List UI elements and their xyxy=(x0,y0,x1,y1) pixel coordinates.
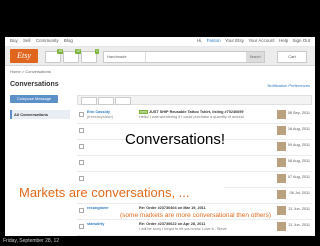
conversation-row[interactable]: 08 Aug, 2011 xyxy=(77,156,312,172)
row-checkbox[interactable] xyxy=(79,208,84,213)
row-date: 16 Aug, 2011 xyxy=(287,127,310,131)
conversation-toolbar xyxy=(77,95,312,105)
conversation-row[interactable]: starsdirty Re: Order #23730622 on Apr 28… xyxy=(77,220,312,236)
cart-button[interactable]: Cart xyxy=(277,51,307,63)
help-link[interactable]: Help xyxy=(279,38,288,43)
conversation-row[interactable]: Erin Cassidy (freeeasysister) new JUST SH… xyxy=(77,108,312,124)
search-bar[interactable]: Handmade Search xyxy=(103,51,265,63)
nav-sell-link[interactable]: Sell xyxy=(23,38,31,43)
top-nav-right: Hi, Fanton Your Etsy Your Account Help S… xyxy=(194,38,310,43)
slide: Buy Sell Community Blog Hi, Fanton Your … xyxy=(0,0,320,246)
favorites-badge: 1 xyxy=(95,49,99,54)
row-date: 08 Aug, 2011 xyxy=(287,159,310,163)
folder-item[interactable] xyxy=(10,128,70,137)
etsy-logo[interactable]: Etsy xyxy=(10,49,38,63)
row-subject-text: JUST SHIP Reusable Tattoo Tshirt, listin… xyxy=(148,110,244,114)
slide-subline: (some markets are more conversational th… xyxy=(120,212,272,219)
folder-item[interactable] xyxy=(10,155,70,164)
row-snippet: Hello! I was wondering if I could purcha… xyxy=(139,115,244,119)
row-date: 06 Jul, 2011 xyxy=(289,191,310,195)
folder-item[interactable] xyxy=(10,119,70,128)
avatar xyxy=(277,142,286,151)
row-date: 21 Jun, 2011 xyxy=(288,223,310,227)
select-all-checkbox[interactable] xyxy=(81,97,97,105)
compose-message-button[interactable]: Compose Message xyxy=(10,95,58,103)
avatar xyxy=(277,174,286,183)
top-nav: Buy Sell Community Blog Hi, Fanton Your … xyxy=(5,37,315,47)
row-subject[interactable]: new JUST SHIP Reusable Tattoo Tshirt, lis… xyxy=(139,110,244,114)
row-sender-shop: (freeeasysister) xyxy=(87,115,114,119)
search-button[interactable]: Search xyxy=(246,52,264,62)
avatar xyxy=(277,222,286,231)
folder-item[interactable] xyxy=(10,146,70,155)
row-checkbox[interactable] xyxy=(79,128,84,133)
slide-footer-date: Friday, September 28, 12 xyxy=(3,238,60,244)
nav-community-link[interactable]: Community xyxy=(36,38,59,43)
greeting: Hi, xyxy=(196,38,203,43)
mark-read-button[interactable] xyxy=(115,97,131,105)
archive-button[interactable] xyxy=(98,97,114,105)
folder-item[interactable] xyxy=(10,164,70,173)
folder-item[interactable] xyxy=(10,137,70,146)
row-date: 08 Sep, 2011 xyxy=(287,111,310,115)
conversation-folders: All Conversations xyxy=(10,110,70,173)
row-date: 09 Aug, 2011 xyxy=(287,143,310,147)
favorites-button[interactable]: 1 xyxy=(81,49,99,63)
new-badge: new xyxy=(139,110,148,114)
row-sender[interactable]: Erin Cassidy xyxy=(87,110,110,114)
nav-buy-link[interactable]: Buy xyxy=(10,38,18,43)
row-checkbox[interactable] xyxy=(79,176,84,181)
avatar xyxy=(277,158,286,167)
sign-out-link[interactable]: Sign Out xyxy=(292,38,310,43)
site-header: Etsy 18 10 1 Handmade Search Cart xyxy=(5,47,315,66)
top-nav-left: Buy Sell Community Blog xyxy=(10,38,77,43)
page-title: Conversations xyxy=(10,81,59,88)
row-checkbox[interactable] xyxy=(79,144,84,149)
row-checkbox[interactable] xyxy=(79,112,84,117)
your-account-link[interactable]: Your Account xyxy=(248,38,274,43)
row-sender[interactable]: recongineer xyxy=(87,206,109,210)
row-checkbox[interactable] xyxy=(79,224,84,229)
row-date: 21 Jun, 2011 xyxy=(288,207,310,211)
row-date: 07 Aug, 2011 xyxy=(287,175,310,179)
avatar xyxy=(277,110,286,119)
row-subject[interactable]: Re: Order #23730404 on Mar 19, 2011 xyxy=(139,206,206,210)
row-snippet: I will be sorry I forgot to let you know… xyxy=(139,227,227,231)
row-sender[interactable]: starsdirty xyxy=(87,222,104,226)
browser-page: Buy Sell Community Blog Hi, Fanton Your … xyxy=(5,37,315,236)
folder-all-conversations[interactable]: All Conversations xyxy=(10,110,70,119)
search-category-select[interactable]: Handmade xyxy=(104,52,146,62)
slide-title: Conversations! xyxy=(125,131,226,148)
avatar xyxy=(277,190,286,199)
your-etsy-link[interactable]: Your Etsy xyxy=(225,38,244,43)
row-checkbox[interactable] xyxy=(79,160,84,165)
avatar xyxy=(277,206,286,215)
row-subject[interactable]: Re: Order #23730622 on Apr 28, 2011 xyxy=(139,222,205,226)
username-link[interactable]: Fanton xyxy=(207,38,221,43)
breadcrumb: Home > Conversations xyxy=(10,69,51,74)
slide-headline: Markets are conversations, ... xyxy=(19,186,224,200)
messages-button[interactable]: 10 xyxy=(63,49,81,63)
avatar xyxy=(277,126,286,135)
notification-preferences-link[interactable]: Notification Preferences xyxy=(268,83,310,88)
nav-blog-link[interactable]: Blog xyxy=(64,38,73,43)
activity-button[interactable]: 18 xyxy=(45,49,63,63)
